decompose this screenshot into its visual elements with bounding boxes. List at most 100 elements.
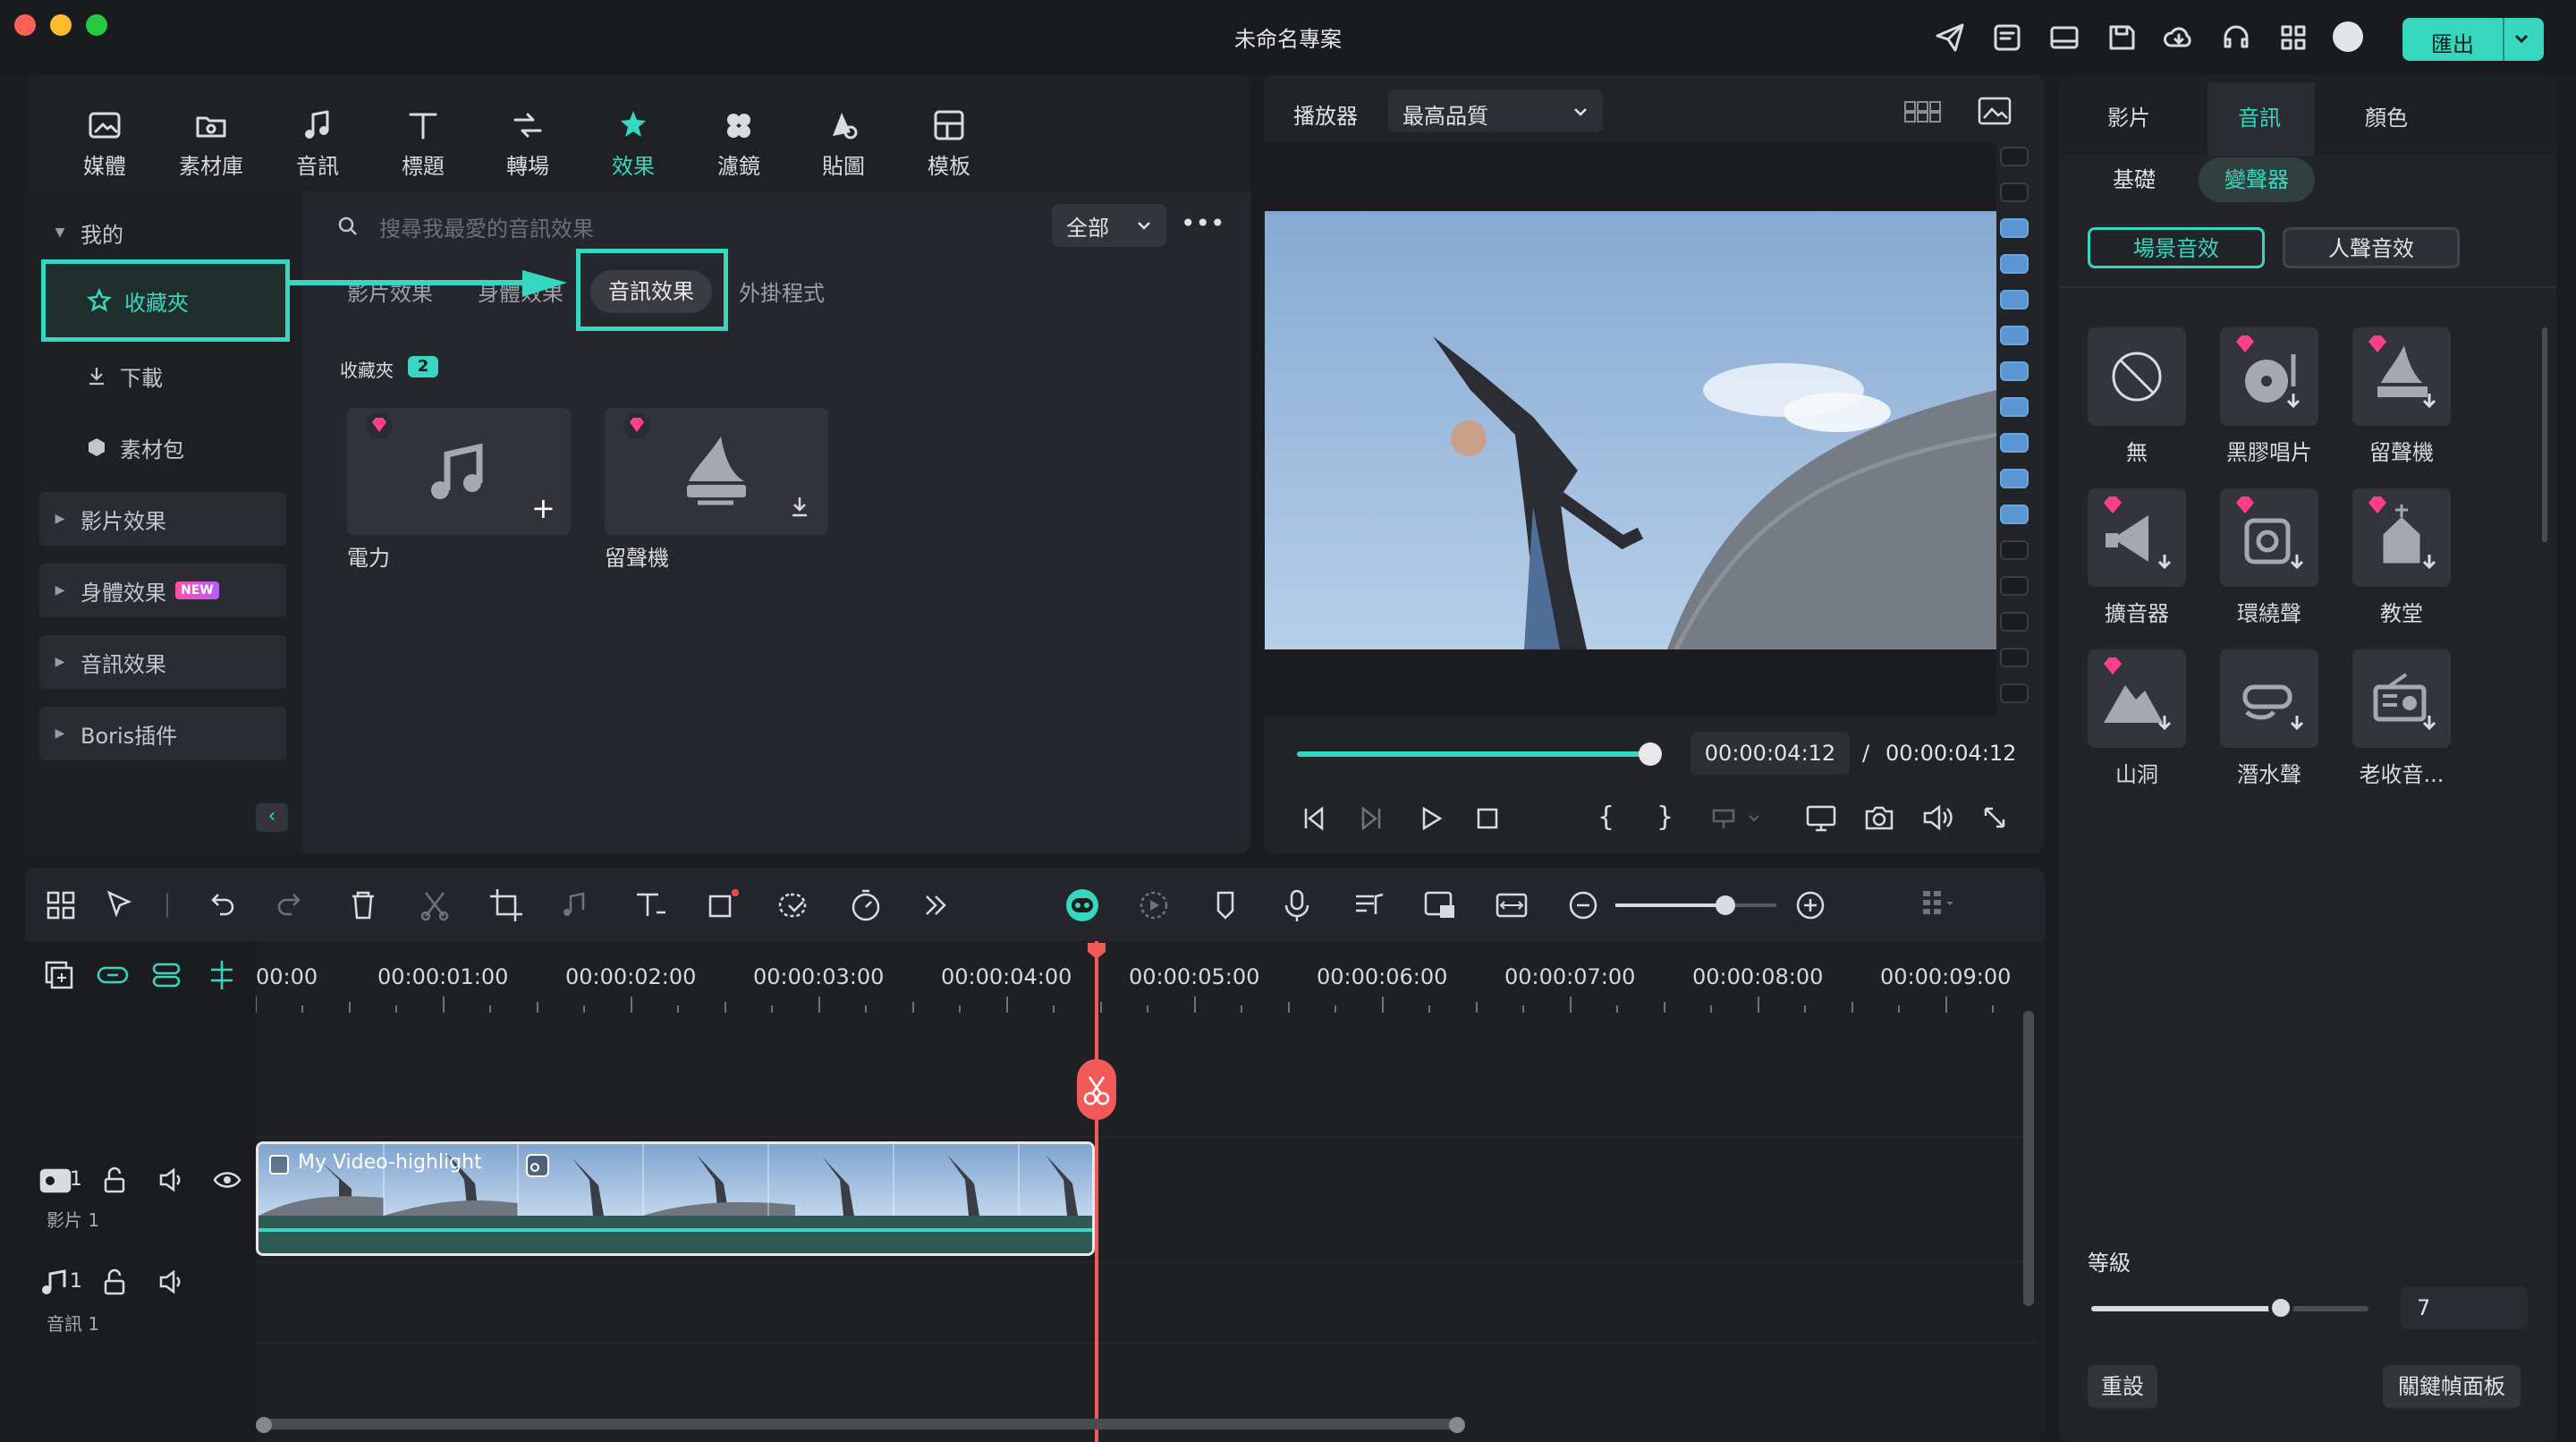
add-track-icon[interactable]: [41, 957, 77, 993]
toolbar-transition[interactable]: 轉場: [487, 107, 568, 188]
voice-megaphone[interactable]: [2088, 488, 2186, 587]
zoom-slider-handle[interactable]: [1716, 895, 1735, 915]
quality-dropdown[interactable]: 最高品質: [1388, 89, 1603, 132]
layout-icon[interactable]: [2046, 20, 2082, 55]
scroll-end-handle[interactable]: [1449, 1417, 1465, 1433]
image-view-icon[interactable]: [1977, 95, 2012, 127]
scene-effects-button[interactable]: 場景音效: [2088, 227, 2265, 268]
keyframe-panel-button[interactable]: 關鍵幀面板: [2383, 1365, 2521, 1408]
video-clip[interactable]: My Video-highlight: [256, 1141, 1095, 1256]
ai-edit-icon[interactable]: [775, 886, 814, 925]
seg-basic[interactable]: 基礎: [2089, 157, 2179, 202]
toolbar-filter[interactable]: 濾鏡: [699, 107, 779, 188]
props-scrollbar[interactable]: [2542, 327, 2547, 542]
toolbar-effects[interactable]: 效果: [593, 107, 674, 188]
progress-track[interactable]: [1297, 751, 1649, 757]
sidebar-item-boris[interactable]: ▶ Boris插件: [39, 707, 286, 760]
level-slider[interactable]: [2091, 1306, 2368, 1311]
prev-frame-icon[interactable]: [1301, 805, 1327, 832]
chevron-down-icon[interactable]: [2513, 32, 2529, 45]
tab-plugins[interactable]: 外掛程式: [739, 276, 825, 307]
reset-button[interactable]: 重設: [2088, 1365, 2157, 1408]
marker-icon[interactable]: [1206, 886, 1245, 925]
toolbar-template[interactable]: 模板: [909, 107, 989, 188]
stop-icon[interactable]: [1474, 805, 1501, 832]
speaker-icon[interactable]: [157, 1166, 186, 1193]
microphone-icon[interactable]: [1277, 886, 1317, 925]
tab-audio[interactable]: 音訊: [2238, 100, 2281, 131]
tab-video[interactable]: 影片: [2107, 100, 2150, 131]
delete-icon[interactable]: [343, 886, 383, 925]
voice-diving[interactable]: [2220, 649, 2318, 748]
speed-icon[interactable]: [846, 886, 886, 925]
text-tool-icon[interactable]: [630, 886, 669, 925]
effect-card-electric[interactable]: +: [347, 408, 571, 535]
current-time[interactable]: 00:00:04:12: [1690, 732, 1850, 775]
search-input[interactable]: 搜尋我最愛的音訊效果: [336, 204, 1016, 249]
snap-icon[interactable]: [204, 957, 240, 993]
crop-icon[interactable]: [487, 886, 526, 925]
voice-vinyl[interactable]: [2220, 327, 2318, 426]
unlock-icon[interactable]: [102, 1166, 127, 1193]
sidebar-item-video-effects[interactable]: ▶ 影片效果: [39, 492, 286, 546]
insert-icon[interactable]: [1710, 805, 1764, 832]
split-playhead-button[interactable]: [1077, 1059, 1116, 1120]
redo-icon[interactable]: [272, 886, 311, 925]
timeline-horizontal-scrollbar[interactable]: [256, 1419, 1463, 1429]
sidebar-item-body-effects[interactable]: ▶ 身體效果 NEW: [39, 564, 286, 617]
add-icon[interactable]: +: [531, 494, 555, 522]
more-options-icon[interactable]: •••: [1181, 211, 1225, 236]
shape-tool-icon[interactable]: [703, 886, 742, 925]
fullscreen-icon[interactable]: [1980, 803, 2009, 832]
undo-icon[interactable]: [200, 886, 240, 925]
timeline-vertical-scrollbar[interactable]: [2023, 1011, 2034, 1306]
voice-gramophone[interactable]: [2352, 327, 2451, 426]
render-preview-icon[interactable]: [1134, 886, 1174, 925]
sidebar-item-pack[interactable]: 素材包: [39, 420, 286, 474]
magnet-icon[interactable]: [148, 957, 184, 993]
next-frame-icon[interactable]: [1358, 805, 1385, 832]
level-input[interactable]: 7: [2401, 1286, 2528, 1329]
ai-assistant-icon[interactable]: [1063, 886, 1102, 925]
voice-church[interactable]: [2352, 488, 2451, 587]
collapse-sidebar-button[interactable]: ‹: [256, 803, 288, 832]
more-tools-icon[interactable]: [916, 886, 955, 925]
unlock-icon[interactable]: [102, 1268, 127, 1295]
pip-icon[interactable]: [1420, 886, 1460, 925]
playhead[interactable]: [1095, 941, 1098, 1442]
tab-audio-effects[interactable]: 音訊效果: [590, 270, 712, 313]
volume-icon[interactable]: [1921, 803, 1953, 832]
avatar[interactable]: [2333, 21, 2363, 52]
sidebar-item-mine[interactable]: ▼ 我的: [39, 206, 286, 259]
snapshot-icon[interactable]: [1864, 803, 1894, 832]
toolbar-audio[interactable]: 音訊: [277, 107, 358, 188]
link-icon[interactable]: [95, 957, 131, 993]
sidebar-item-favorites[interactable]: 收藏夾: [41, 259, 290, 342]
download-icon[interactable]: [787, 494, 812, 519]
toolbar-stock[interactable]: 素材庫: [171, 107, 251, 188]
mark-out-icon[interactable]: }: [1657, 802, 1674, 833]
display-icon[interactable]: [1805, 803, 1837, 834]
human-voice-button[interactable]: 人聲音效: [2283, 227, 2460, 268]
send-icon[interactable]: [1932, 20, 1968, 55]
eye-icon[interactable]: [213, 1168, 242, 1192]
select-tool-icon[interactable]: [100, 886, 140, 925]
task-icon[interactable]: [1989, 20, 2025, 55]
tab-color[interactable]: 顏色: [2365, 100, 2408, 131]
grid-apps-icon[interactable]: [2275, 20, 2311, 55]
grid-view-icon[interactable]: [1903, 97, 1943, 127]
speaker-icon[interactable]: [157, 1268, 186, 1295]
audio-mix-icon[interactable]: [1349, 886, 1388, 925]
sidebar-item-download[interactable]: 下載: [39, 349, 286, 403]
track-layout-icon[interactable]: [1914, 886, 1953, 925]
voice-cave[interactable]: [2088, 649, 2186, 748]
zoom-out-icon[interactable]: [1563, 886, 1603, 925]
export-button[interactable]: 匯出: [2402, 18, 2544, 61]
effect-card-gramophone[interactable]: [605, 408, 828, 535]
split-icon[interactable]: [415, 886, 454, 925]
layout-grid-icon[interactable]: [41, 886, 80, 925]
filter-dropdown[interactable]: 全部: [1052, 204, 1166, 247]
scroll-start-handle[interactable]: [256, 1417, 272, 1433]
progress-handle[interactable]: [1639, 742, 1662, 766]
fit-timeline-icon[interactable]: [1492, 886, 1531, 925]
